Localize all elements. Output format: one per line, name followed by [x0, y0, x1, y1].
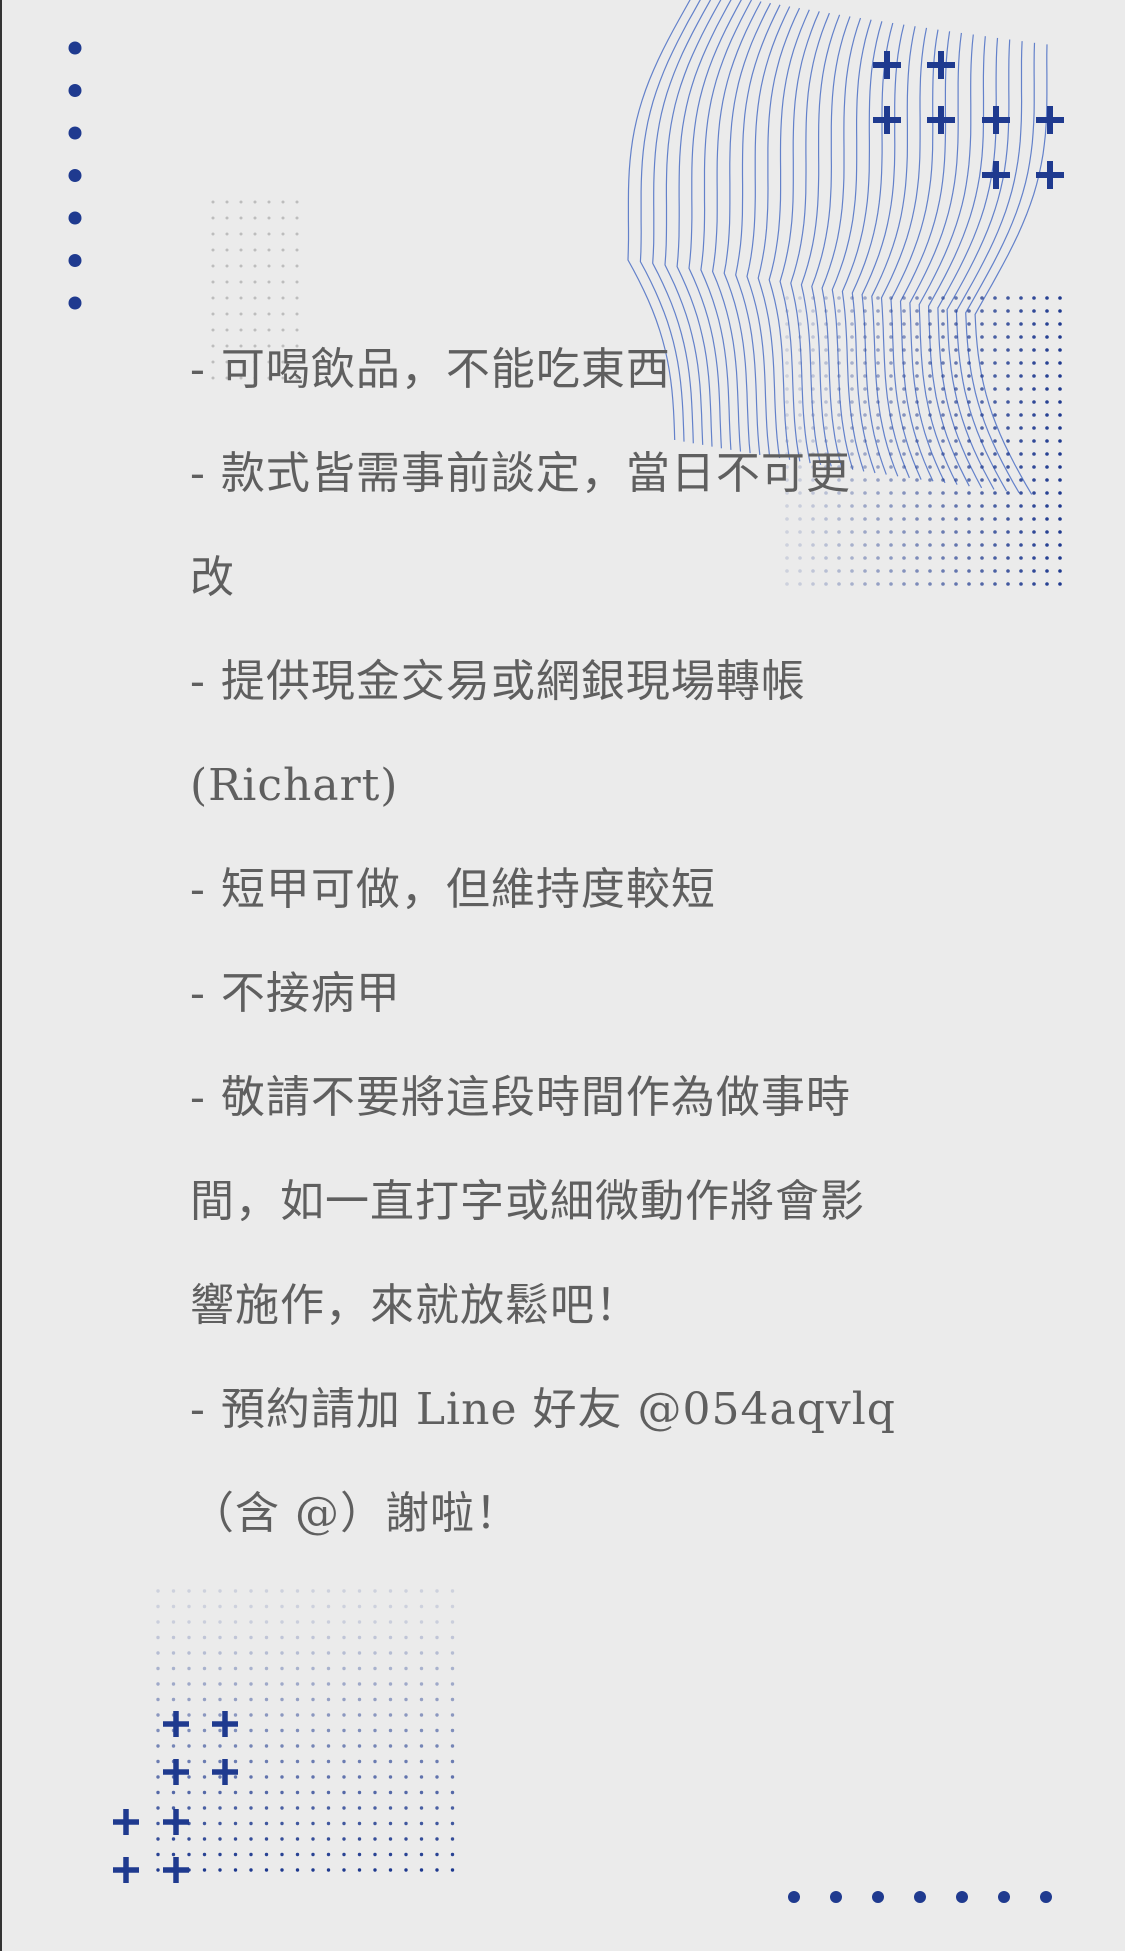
dot-icon	[998, 1891, 1010, 1903]
dot-icon	[830, 1891, 842, 1903]
notice-list: - 可喝飲品，不能吃東西 - 款式皆需事前談定，當日不可更 改 - 提供現金交易…	[190, 318, 960, 1566]
notice-card: - 可喝飲品，不能吃東西 - 款式皆需事前談定，當日不可更 改 - 提供現金交易…	[0, 0, 1125, 1951]
dot-icon	[956, 1891, 968, 1903]
dot-icon	[788, 1891, 800, 1903]
notice-item: - 可喝飲品，不能吃東西	[190, 344, 671, 395]
notice-item: - 不接病甲	[190, 968, 401, 1019]
dot-icon	[914, 1891, 926, 1903]
notice-item: - 提供現金交易或網銀現場轉帳 (Richart)	[190, 656, 806, 811]
notice-item: - 預約請加 Line 好友 @054aqvlq （含 @）謝啦！	[190, 1384, 896, 1539]
notice-item: - 敬請不要將這段時間作為做事時 間，如一直打字或細微動作將會影 響施作，來就放…	[190, 1072, 865, 1331]
notice-item: - 短甲可做，但維持度較短	[190, 864, 716, 915]
notice-item: - 款式皆需事前談定，當日不可更 改	[190, 448, 851, 603]
dot-icon	[1040, 1891, 1052, 1903]
dot-icon	[872, 1891, 884, 1903]
